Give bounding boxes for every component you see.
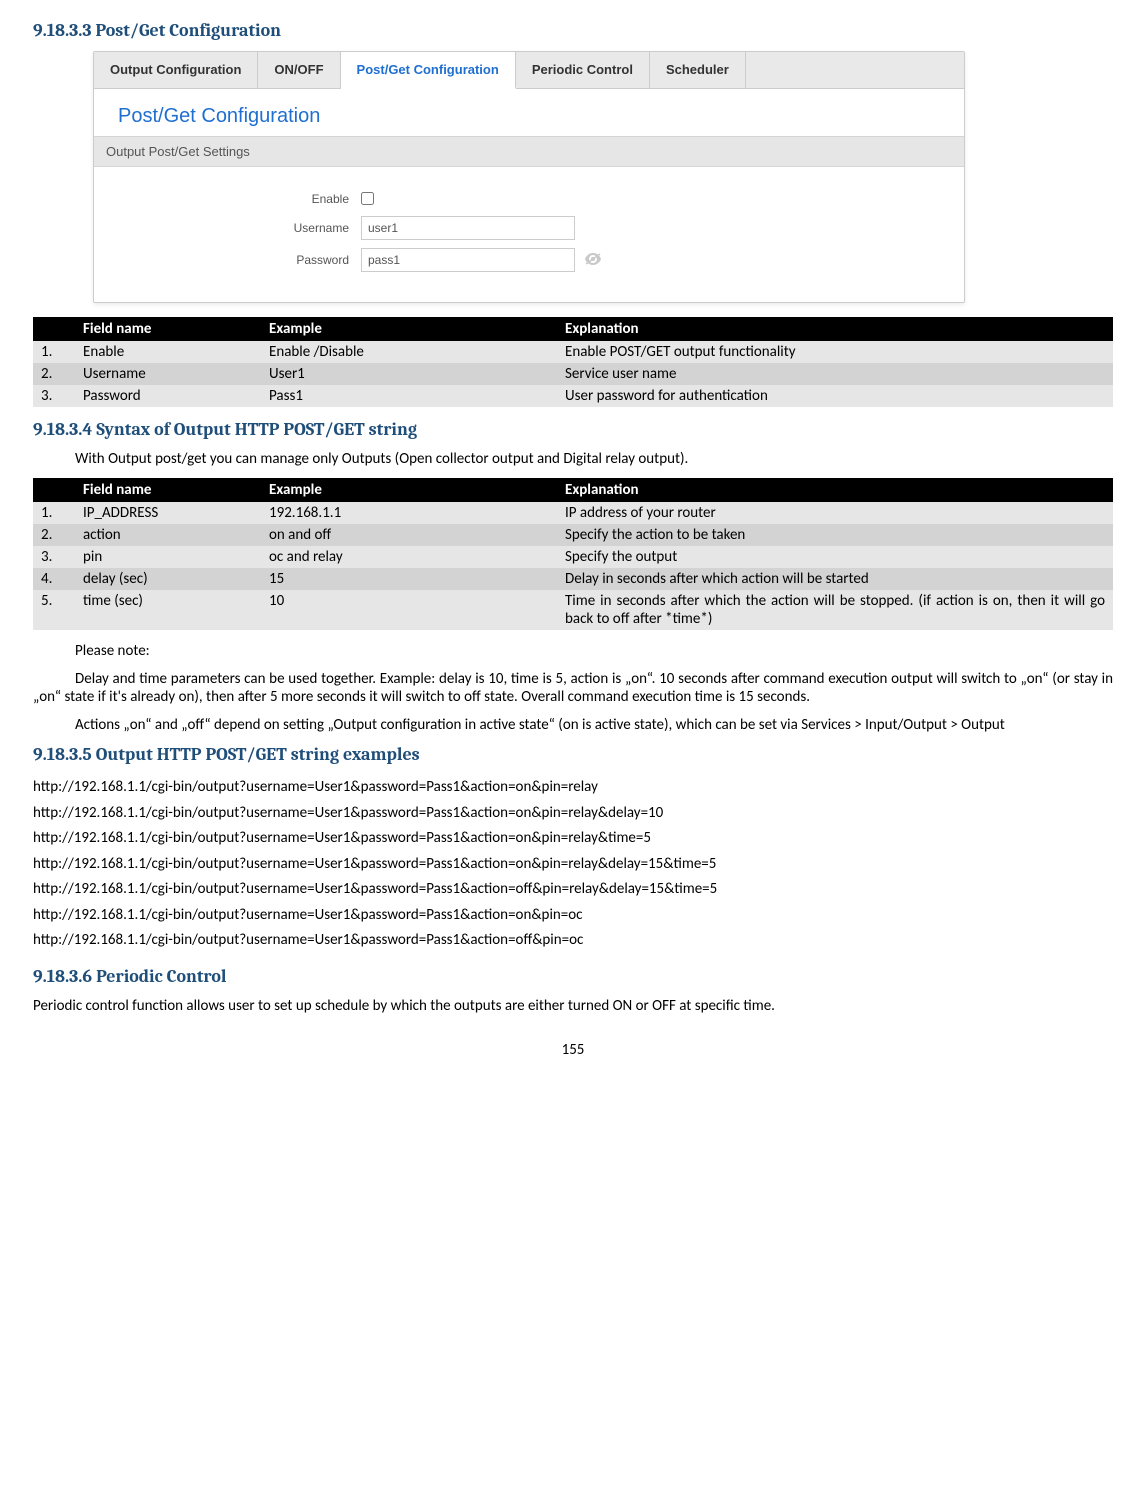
cell-explanation: Delay in seconds after which action will… [557, 568, 1113, 590]
tab-output-configuration[interactable]: Output Configuration [94, 52, 258, 88]
cell-num: 2. [33, 363, 75, 385]
cell-field: Username [75, 363, 261, 385]
reveal-password-icon[interactable] [585, 252, 601, 269]
cell-num: 2. [33, 524, 75, 546]
delay-time-text: Delay and time parameters can be used to… [33, 670, 1113, 706]
url-example: http://192.168.1.1/cgi-bin/output?userna… [33, 801, 1113, 827]
cell-explanation: Time in seconds after which the action w… [557, 590, 1113, 630]
cell-example: 15 [261, 568, 557, 590]
tab-onoff[interactable]: ON/OFF [258, 52, 340, 88]
cell-num: 3. [33, 546, 75, 568]
cell-num: 3. [33, 385, 75, 407]
table-http-params: Field name Example Explanation 1.IP_ADDR… [33, 478, 1113, 630]
cell-field: IP_ADDRESS [75, 502, 261, 524]
settings-section-bar: Output Post/Get Settings [94, 136, 964, 167]
section-heading-postget-config: 9.18.3.3 Post/Get Configuration [33, 20, 1113, 41]
th-explanation: Explanation [557, 317, 1113, 341]
config-screenshot: Output Configuration ON/OFF Post/Get Con… [93, 51, 965, 303]
url-example: http://192.168.1.1/cgi-bin/output?userna… [33, 852, 1113, 878]
th-field: Field name [75, 317, 261, 341]
cell-explanation: User password for authentication [557, 385, 1113, 407]
cell-example: Pass1 [261, 385, 557, 407]
section-heading-syntax: 9.18.3.4 Syntax of Output HTTP POST/GET … [33, 419, 1113, 440]
form-area: Enable Username Password [94, 167, 964, 302]
cell-num: 1. [33, 341, 75, 363]
table-row: 5.time (sec)10Time in seconds after whic… [33, 590, 1113, 630]
cell-field: time (sec) [75, 590, 261, 630]
url-example: http://192.168.1.1/cgi-bin/output?userna… [33, 877, 1113, 903]
tab-postget-configuration[interactable]: Post/Get Configuration [341, 52, 516, 89]
th-explanation: Explanation [557, 478, 1113, 502]
table-row: 1.IP_ADDRESS192.168.1.1IP address of you… [33, 502, 1113, 524]
table-row: 1.EnableEnable /DisableEnable POST/GET o… [33, 341, 1113, 363]
table-postget-fields: Field name Example Explanation 1.EnableE… [33, 317, 1113, 407]
tab-scheduler[interactable]: Scheduler [650, 52, 746, 88]
cell-field: delay (sec) [75, 568, 261, 590]
cell-example: on and off [261, 524, 557, 546]
cell-explanation: IP address of your router [557, 502, 1113, 524]
table-row: 2.actionon and offSpecify the action to … [33, 524, 1113, 546]
panel-title: Post/Get Configuration [94, 89, 964, 136]
please-note-text: Please note: [33, 642, 1113, 660]
syntax-intro-text: With Output post/get you can manage only… [33, 450, 1113, 468]
page-number: 155 [33, 1041, 1113, 1059]
cell-explanation: Specify the action to be taken [557, 524, 1113, 546]
table-row: 2.UsernameUser1Service user name [33, 363, 1113, 385]
th-num [33, 317, 75, 341]
th-example: Example [261, 478, 557, 502]
tab-periodic-control[interactable]: Periodic Control [516, 52, 650, 88]
cell-example: Enable /Disable [261, 341, 557, 363]
cell-example: 10 [261, 590, 557, 630]
cell-num: 5. [33, 590, 75, 630]
url-example: http://192.168.1.1/cgi-bin/output?userna… [33, 775, 1113, 801]
url-example: http://192.168.1.1/cgi-bin/output?userna… [33, 826, 1113, 852]
cell-num: 1. [33, 502, 75, 524]
cell-explanation: Enable POST/GET output functionality [557, 341, 1113, 363]
th-example: Example [261, 317, 557, 341]
cell-field: pin [75, 546, 261, 568]
cell-field: Enable [75, 341, 261, 363]
cell-example: oc and relay [261, 546, 557, 568]
enable-checkbox[interactable] [361, 192, 374, 205]
username-field[interactable] [361, 216, 575, 240]
periodic-control-text: Periodic control function allows user to… [33, 997, 1113, 1015]
section-heading-periodic: 9.18.3.6 Periodic Control [33, 966, 1113, 987]
section-heading-examples: 9.18.3.5 Output HTTP POST/GET string exa… [33, 744, 1113, 765]
th-field: Field name [75, 478, 261, 502]
cell-example: 192.168.1.1 [261, 502, 557, 524]
cell-example: User1 [261, 363, 557, 385]
url-example: http://192.168.1.1/cgi-bin/output?userna… [33, 928, 1113, 954]
url-example: http://192.168.1.1/cgi-bin/output?userna… [33, 903, 1113, 929]
table-row: 3.PasswordPass1User password for authent… [33, 385, 1113, 407]
url-examples-block: http://192.168.1.1/cgi-bin/output?userna… [33, 775, 1113, 954]
cell-field: action [75, 524, 261, 546]
cell-num: 4. [33, 568, 75, 590]
enable-label: Enable [94, 192, 361, 206]
password-field[interactable] [361, 248, 575, 272]
th-num [33, 478, 75, 502]
table-row: 3.pinoc and relaySpecify the output [33, 546, 1113, 568]
table-row: 4.delay (sec)15Delay in seconds after wh… [33, 568, 1113, 590]
actions-onoff-text: Actions „on“ and „off“ depend on setting… [33, 716, 1113, 734]
cell-explanation: Service user name [557, 363, 1113, 385]
username-label: Username [94, 221, 361, 235]
cell-field: Password [75, 385, 261, 407]
cell-explanation: Specify the output [557, 546, 1113, 568]
password-label: Password [94, 253, 361, 267]
tab-bar: Output Configuration ON/OFF Post/Get Con… [94, 52, 964, 89]
